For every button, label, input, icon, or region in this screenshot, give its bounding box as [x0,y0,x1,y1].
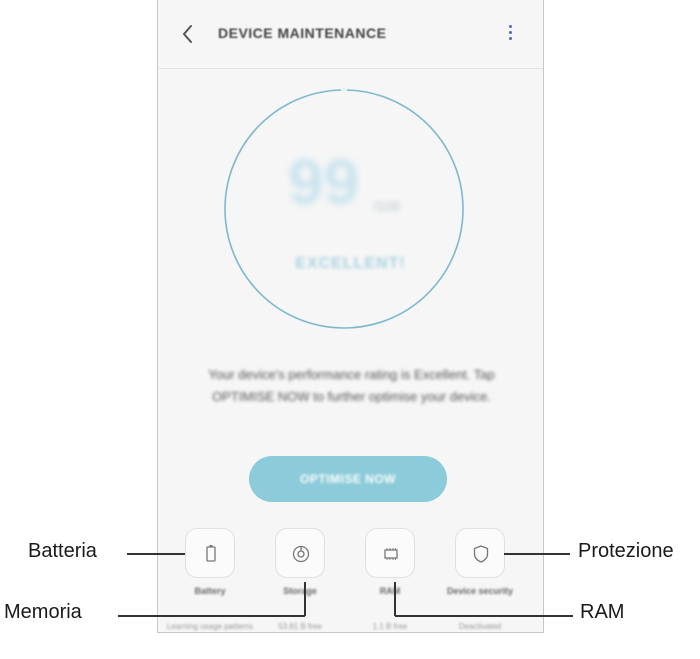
tile-status: Learning usage patterns [166,622,254,631]
callout-line-protezione [504,553,570,555]
tile-status: Deactivated [458,622,502,631]
optimise-now-label: OPTIMISE NOW [300,472,396,486]
callout-line-memoria [118,615,305,617]
chip-icon [384,548,398,560]
storage-icon [292,545,310,563]
tile-label: Battery [194,586,226,596]
callout-protezione: Protezione [578,540,674,562]
tile-label: Storage [283,586,317,596]
tile-label: RAM [379,586,401,596]
storage-tile-box [275,528,325,578]
performance-score-unit: /100 [373,198,401,214]
security-tile-box [455,528,505,578]
device-maintenance-screen: DEVICE MAINTENANCE 99 /100 EXCELLENT! Yo… [157,0,544,633]
tile-battery[interactable]: Battery Learning usage patterns [158,528,253,632]
tile-status: 1.1 B free [372,622,408,631]
ram-tile-box [365,528,415,578]
app-header: DEVICE MAINTENANCE [158,0,543,68]
callout-line-ram-vertical [394,582,396,616]
shield-icon [473,545,489,563]
performance-rating: EXCELLENT! [295,255,406,272]
optimise-now-button[interactable]: OPTIMISE NOW [249,456,447,502]
callout-line-memoria-vertical [304,582,306,616]
tile-status: 53.81 B free [278,622,322,631]
chevron-left-icon [183,25,192,43]
more-vert-icon [505,25,515,40]
more-options-button[interactable] [505,22,515,46]
header-divider [158,68,543,69]
callout-ram: RAM [580,601,625,623]
battery-icon [206,545,216,562]
tile-device-security[interactable]: Device security Deactivated [428,528,518,632]
callout-memoria: Memoria [4,601,82,623]
tile-storage[interactable]: Storage 53.81 B free [248,528,338,632]
callout-line-batteria [127,553,185,555]
performance-description: Your device's performance rating is Exce… [208,367,495,404]
back-button[interactable] [176,20,200,48]
battery-tile-box [185,528,235,578]
callout-batteria: Batteria [28,540,97,562]
tile-label: Device security [446,586,514,596]
callout-line-ram [395,615,573,617]
tile-ram[interactable]: RAM 1.1 B free [338,528,428,632]
performance-score: 99 [288,146,360,218]
page-title: DEVICE MAINTENANCE [218,25,387,41]
